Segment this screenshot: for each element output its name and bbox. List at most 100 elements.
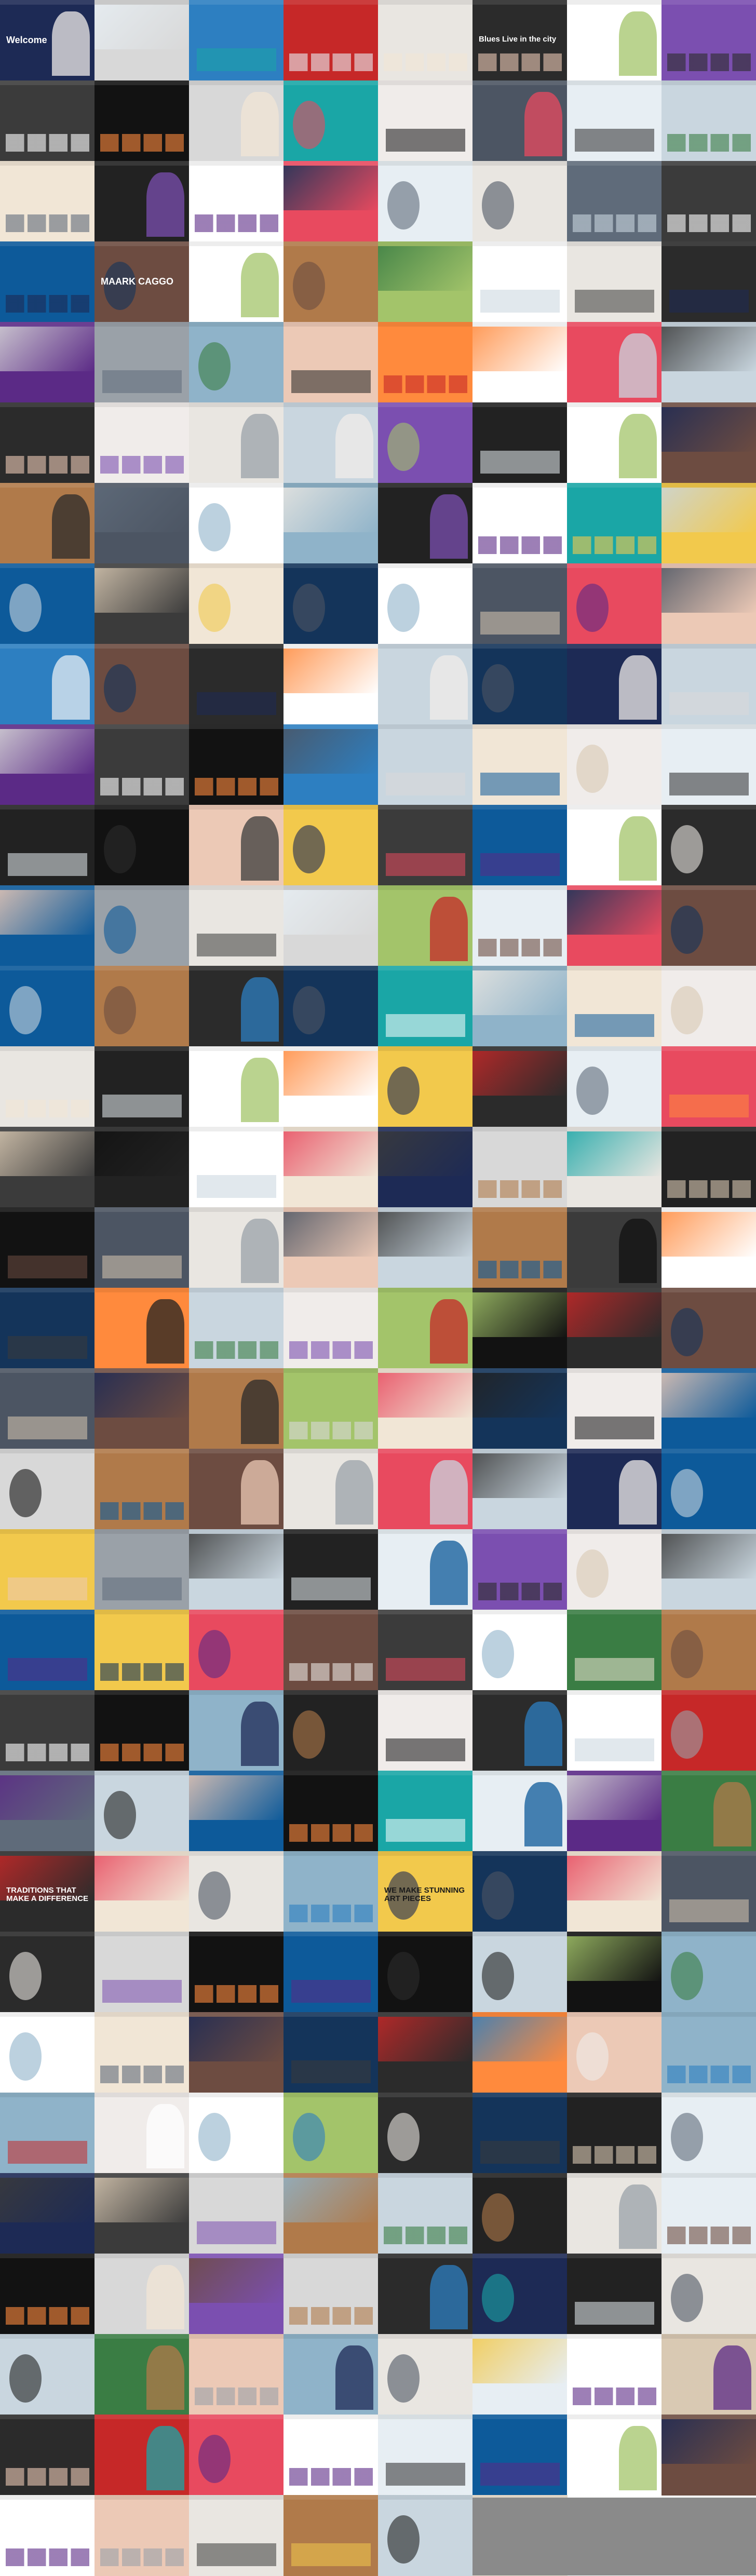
template-thumbnail[interactable] (284, 2093, 379, 2174)
template-thumbnail[interactable] (95, 161, 190, 242)
template-thumbnail[interactable] (378, 161, 473, 242)
template-thumbnail[interactable] (284, 241, 379, 322)
template-thumbnail[interactable] (567, 1368, 662, 1449)
template-thumbnail[interactable]: Welcome (0, 0, 95, 81)
template-thumbnail[interactable] (284, 1368, 379, 1449)
template-thumbnail[interactable] (189, 644, 284, 725)
template-thumbnail[interactable] (0, 1610, 95, 1691)
template-thumbnail[interactable] (189, 1932, 284, 2013)
template-thumbnail[interactable] (0, 1207, 95, 1288)
template-thumbnail[interactable] (189, 1690, 284, 1771)
template-thumbnail[interactable] (284, 1046, 379, 1127)
template-thumbnail[interactable] (378, 1529, 473, 1610)
template-thumbnail[interactable] (378, 724, 473, 805)
template-thumbnail[interactable] (189, 2093, 284, 2174)
template-thumbnail[interactable] (473, 1932, 568, 2013)
template-thumbnail[interactable] (95, 1288, 190, 1369)
template-thumbnail[interactable] (284, 563, 379, 644)
template-thumbnail[interactable] (0, 1127, 95, 1208)
template-thumbnail[interactable] (0, 2012, 95, 2093)
template-thumbnail[interactable] (95, 2093, 190, 2174)
template-thumbnail[interactable] (378, 563, 473, 644)
template-thumbnail[interactable] (378, 966, 473, 1047)
template-thumbnail[interactable] (0, 2495, 95, 2576)
template-thumbnail[interactable] (662, 1127, 756, 1208)
template-thumbnail[interactable] (95, 2415, 190, 2496)
template-thumbnail[interactable] (284, 1932, 379, 2013)
template-thumbnail[interactable] (473, 1127, 568, 1208)
template-thumbnail[interactable] (284, 2254, 379, 2335)
template-thumbnail[interactable] (284, 1610, 379, 1691)
template-thumbnail[interactable] (284, 402, 379, 483)
template-thumbnail[interactable] (662, 2173, 756, 2254)
template-thumbnail[interactable] (662, 483, 756, 564)
template-thumbnail[interactable] (662, 241, 756, 322)
template-thumbnail[interactable] (0, 1932, 95, 2013)
template-thumbnail[interactable] (0, 1449, 95, 1530)
template-thumbnail[interactable] (284, 644, 379, 725)
template-thumbnail[interactable] (662, 1932, 756, 2013)
template-thumbnail[interactable] (662, 724, 756, 805)
template-thumbnail[interactable] (567, 1207, 662, 1288)
template-thumbnail[interactable] (284, 966, 379, 1047)
template-thumbnail[interactable] (567, 2093, 662, 2174)
template-thumbnail[interactable] (284, 2012, 379, 2093)
template-thumbnail[interactable] (378, 2093, 473, 2174)
template-thumbnail[interactable] (567, 0, 662, 81)
template-thumbnail[interactable] (567, 1851, 662, 1932)
template-thumbnail[interactable] (378, 885, 473, 966)
template-thumbnail[interactable] (189, 966, 284, 1047)
template-thumbnail[interactable] (567, 644, 662, 725)
template-thumbnail[interactable] (0, 563, 95, 644)
template-thumbnail[interactable] (662, 644, 756, 725)
template-thumbnail[interactable] (662, 402, 756, 483)
template-thumbnail[interactable] (662, 1610, 756, 1691)
template-thumbnail[interactable] (473, 1529, 568, 1610)
template-thumbnail[interactable] (95, 1127, 190, 1208)
template-thumbnail[interactable] (378, 644, 473, 725)
template-thumbnail[interactable] (284, 805, 379, 886)
template-thumbnail[interactable] (189, 2173, 284, 2254)
template-thumbnail[interactable] (95, 0, 190, 81)
template-thumbnail[interactable] (95, 1046, 190, 1127)
template-thumbnail[interactable] (567, 2012, 662, 2093)
template-thumbnail[interactable] (189, 563, 284, 644)
template-thumbnail[interactable] (567, 1046, 662, 1127)
template-thumbnail[interactable] (378, 1771, 473, 1852)
template-thumbnail[interactable] (284, 0, 379, 81)
template-thumbnail[interactable] (473, 161, 568, 242)
template-thumbnail[interactable] (567, 80, 662, 161)
template-thumbnail[interactable] (473, 805, 568, 886)
template-thumbnail[interactable] (189, 0, 284, 81)
template-thumbnail[interactable] (95, 1368, 190, 1449)
template-thumbnail[interactable] (95, 2495, 190, 2576)
template-thumbnail[interactable] (0, 80, 95, 161)
template-thumbnail[interactable] (473, 402, 568, 483)
template-thumbnail[interactable] (378, 1610, 473, 1691)
template-thumbnail[interactable] (473, 2093, 568, 2174)
template-thumbnail[interactable] (567, 2334, 662, 2415)
template-thumbnail[interactable] (189, 885, 284, 966)
template-thumbnail[interactable] (473, 1449, 568, 1530)
template-thumbnail[interactable] (662, 1449, 756, 1530)
template-thumbnail[interactable] (662, 80, 756, 161)
template-thumbnail[interactable] (189, 724, 284, 805)
template-thumbnail[interactable] (0, 161, 95, 242)
template-thumbnail[interactable] (378, 1449, 473, 1530)
template-thumbnail[interactable] (567, 1771, 662, 1852)
template-thumbnail[interactable] (662, 1529, 756, 1610)
template-thumbnail[interactable] (378, 402, 473, 483)
template-thumbnail[interactable] (567, 1288, 662, 1369)
template-thumbnail[interactable] (189, 1288, 284, 1369)
template-thumbnail[interactable] (662, 161, 756, 242)
template-thumbnail[interactable] (284, 1690, 379, 1771)
template-thumbnail[interactable] (662, 0, 756, 81)
template-thumbnail[interactable] (378, 1288, 473, 1369)
template-thumbnail[interactable] (567, 2415, 662, 2496)
template-thumbnail[interactable] (95, 805, 190, 886)
template-thumbnail[interactable] (567, 2254, 662, 2335)
template-thumbnail[interactable] (95, 402, 190, 483)
template-thumbnail[interactable] (662, 1771, 756, 1852)
template-thumbnail[interactable] (0, 322, 95, 403)
template-thumbnail[interactable] (473, 644, 568, 725)
